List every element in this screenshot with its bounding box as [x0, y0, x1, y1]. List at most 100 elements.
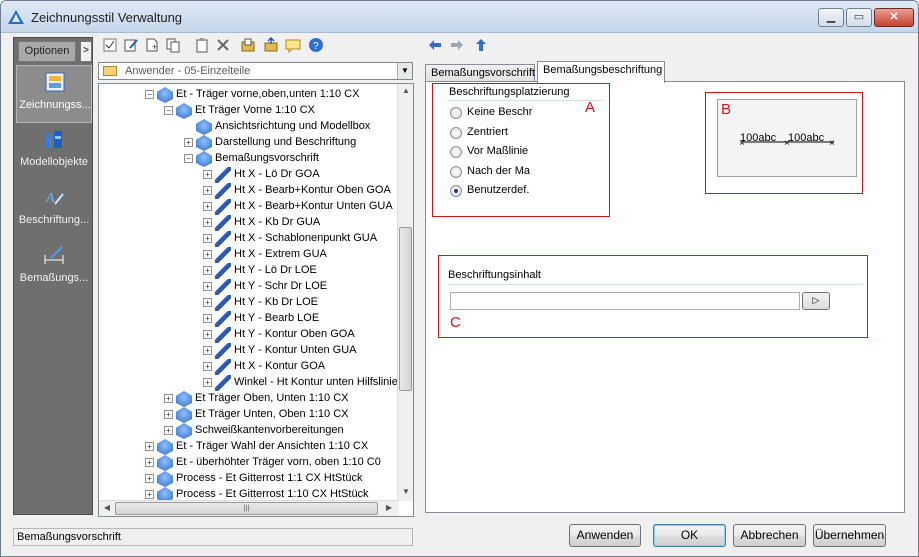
checklist-icon[interactable]: [102, 37, 118, 53]
scroll-right-icon[interactable]: ▶: [383, 503, 395, 512]
minimize-icon: ▁: [826, 11, 836, 23]
tree-vertical-scrollbar[interactable]: ▲ ▼: [397, 84, 413, 501]
highlight-box-c: [438, 255, 868, 338]
tree-row-label: Ht X - Kb Dr GUA: [234, 216, 321, 228]
cancel-button[interactable]: Abbrechen: [733, 524, 806, 547]
options-button[interactable]: Optionen: [18, 41, 76, 62]
tree-row-label: Et - Träger vorne,oben,unten 1:10 CX: [176, 88, 360, 100]
dimension-rule-icon: [215, 343, 231, 359]
expand-icon[interactable]: +: [203, 218, 212, 227]
scroll-up-icon[interactable]: ▲: [400, 86, 412, 98]
tree-row-label: Ht X - Schablonenpunkt GUA: [234, 232, 378, 244]
expand-icon[interactable]: +: [203, 266, 212, 275]
sidebar-item-dimension[interactable]: Bemaßungs...: [16, 239, 92, 297]
library-select[interactable]: Anwender - 05-Einzelteile ▼: [98, 62, 413, 80]
paste-icon[interactable]: [194, 37, 210, 53]
expand-icon[interactable]: +: [145, 458, 154, 467]
close-button[interactable]: ✕: [874, 8, 914, 27]
style-node-icon: [176, 423, 192, 439]
dimension-rule-icon: [215, 375, 231, 391]
style-node-icon: [157, 87, 173, 103]
ok-button[interactable]: OK: [653, 524, 726, 547]
comment-icon[interactable]: [285, 37, 301, 53]
highlight-label-a: A: [585, 99, 596, 116]
expand-icon[interactable]: +: [164, 394, 173, 403]
style-node-icon: [157, 439, 173, 455]
expand-icon[interactable]: +: [203, 362, 212, 371]
scroll-thumb[interactable]: |||: [115, 502, 378, 515]
expand-icon[interactable]: +: [203, 330, 212, 339]
new-icon[interactable]: +: [144, 37, 160, 53]
apply-button[interactable]: Anwenden: [569, 524, 641, 547]
scroll-thumb[interactable]: [399, 227, 412, 391]
forward-arrow-icon[interactable]: [449, 37, 465, 53]
sidebar-item-drawing-styles[interactable]: Zeichnungss...: [16, 65, 92, 123]
expand-icon[interactable]: +: [164, 410, 173, 419]
chevron-down-icon[interactable]: ▼: [397, 63, 412, 79]
expand-icon[interactable]: +: [203, 346, 212, 355]
sidebar-item-model-objects[interactable]: Modellobjekte: [16, 123, 92, 181]
export-icon[interactable]: [263, 37, 279, 53]
expand-icon[interactable]: +: [203, 282, 212, 291]
status-bar: Bemaßungsvorschrift: [13, 528, 413, 546]
tree-row-label: Ht Y - Schr Dr LOE: [234, 280, 328, 292]
expand-icon[interactable]: +: [203, 314, 212, 323]
svg-text:+: +: [152, 42, 157, 52]
dimension-rule-icon: [215, 311, 231, 327]
options-expand-button[interactable]: >: [80, 41, 92, 62]
expand-icon[interactable]: +: [145, 490, 154, 499]
expand-icon[interactable]: +: [203, 186, 212, 195]
splitter[interactable]: [415, 83, 419, 515]
expand-icon[interactable]: +: [145, 474, 154, 483]
highlight-label-b: B: [721, 101, 732, 118]
sidebar-item-annotation[interactable]: A Beschriftung...: [16, 181, 92, 239]
import-icon[interactable]: [240, 37, 256, 53]
expand-icon[interactable]: +: [203, 298, 212, 307]
dimension-rule-icon: [215, 167, 231, 183]
collapse-icon[interactable]: −: [145, 90, 154, 99]
tree-row-label: Et Träger Vorne 1:10 CX: [195, 104, 315, 116]
sidebar-item-label: Zeichnungss...: [19, 99, 91, 111]
status-text: Bemaßungsvorschrift: [17, 531, 121, 543]
sidebar-item-label: Beschriftung...: [18, 214, 90, 226]
back-arrow-icon[interactable]: [427, 37, 443, 53]
scroll-left-icon[interactable]: ◀: [101, 503, 113, 512]
expand-icon[interactable]: +: [203, 378, 212, 387]
up-arrow-icon[interactable]: [473, 37, 489, 53]
expand-icon[interactable]: +: [145, 442, 154, 451]
take-over-button[interactable]: Übernehmen: [813, 524, 886, 547]
category-sidebar: Optionen > Zeichnungss... Modellobjekte …: [13, 37, 93, 515]
collapse-icon[interactable]: −: [184, 154, 193, 163]
close-icon: ✕: [889, 11, 899, 23]
tab-dimension-annotation[interactable]: Bemaßungsbeschriftung: [537, 61, 665, 83]
tree-row-label: Ht X - Lö Dr GOA: [234, 168, 320, 180]
tree-row-label: Winkel - Ht Kontur unten Hilfslinie: [234, 376, 398, 388]
tree-row-label: Ht X - Bearb+Kontur Unten GUA: [234, 200, 393, 212]
edit-icon[interactable]: [123, 37, 139, 53]
style-node-icon: [157, 471, 173, 487]
title-bar: Zeichnungsstil Verwaltung ▁ ▭ ✕: [1, 1, 918, 33]
expand-icon[interactable]: +: [164, 426, 173, 435]
help-icon[interactable]: ?: [308, 37, 324, 53]
collapse-icon[interactable]: −: [164, 106, 173, 115]
copy-icon[interactable]: [165, 37, 181, 53]
tab-dimension-rule[interactable]: Bemaßungsvorschrift: [425, 64, 535, 82]
style-tree[interactable]: − Et - Träger vorne,oben,unten 1:10 CX − Et…: [98, 83, 414, 517]
expand-icon[interactable]: +: [203, 170, 212, 179]
dimension-rule-icon: [215, 359, 231, 375]
expand-icon[interactable]: +: [203, 202, 212, 211]
tree-horizontal-scrollbar[interactable]: ◀ ||| ▶: [99, 500, 399, 516]
dimension-rule-icon: [215, 215, 231, 231]
tree-row-label: Bemaßungsvorschrift: [215, 152, 319, 164]
tree-row-label: Schweißkantenvorbereitungen: [195, 424, 344, 436]
tree-row-label: Ht X - Extrem GUA: [234, 248, 327, 260]
style-node-icon: [176, 407, 192, 423]
scroll-down-icon[interactable]: ▼: [400, 487, 412, 499]
maximize-button[interactable]: ▭: [846, 8, 872, 27]
expand-icon[interactable]: +: [203, 234, 212, 243]
expand-icon[interactable]: +: [184, 138, 193, 147]
delete-icon[interactable]: [215, 37, 231, 53]
expand-icon[interactable]: +: [203, 250, 212, 259]
minimize-button[interactable]: ▁: [818, 8, 844, 27]
svg-text:?: ?: [313, 41, 319, 52]
